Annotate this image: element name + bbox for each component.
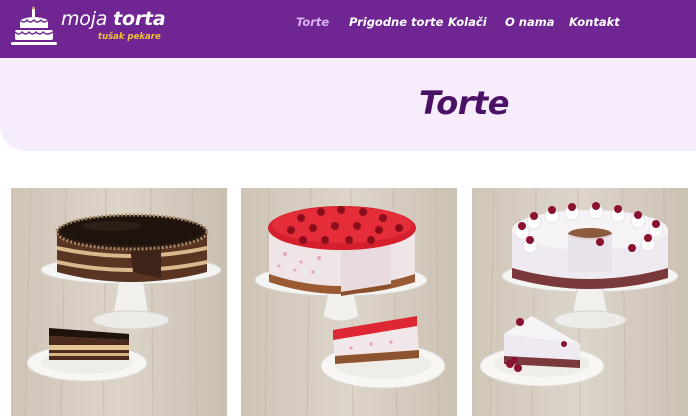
site-header: moja torta tušak pekare Torte Prigodne t…: [0, 0, 696, 58]
page-title: Torte: [419, 84, 509, 122]
product-card-strawberry-cheesecake[interactable]: [241, 188, 457, 416]
cherry-cream-cake-image: [472, 188, 688, 416]
product-card-cherry-cream-cake[interactable]: [472, 188, 688, 416]
site-logo[interactable]: moja torta tušak pekare: [10, 4, 166, 50]
page-title-band: Torte: [0, 58, 696, 151]
nav-item-kolaci[interactable]: Kolači: [448, 15, 487, 29]
product-card-chocolate-cake[interactable]: [11, 188, 227, 416]
strawberry-cheesecake-image: [241, 188, 457, 416]
nav-item-torte[interactable]: Torte: [296, 15, 329, 29]
logo-name-bold: torta: [113, 8, 166, 30]
nav-item-kontakt[interactable]: Kontakt: [569, 15, 620, 29]
nav-item-prigodne-torte[interactable]: Prigodne torte: [349, 15, 443, 29]
cake-logo-icon: [11, 6, 57, 45]
logo-tagline: tušak pekare: [98, 32, 161, 42]
logo-name-regular: moja: [61, 8, 108, 30]
nav-item-o-nama[interactable]: O nama: [505, 15, 554, 29]
logo-wordmark: moja torta: [61, 8, 166, 30]
chocolate-cake-image: [11, 188, 227, 416]
